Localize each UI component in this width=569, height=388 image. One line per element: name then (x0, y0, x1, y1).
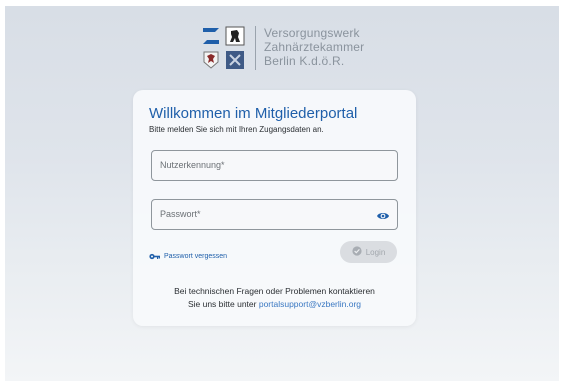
eagle-crest-icon (201, 50, 221, 70)
support-line-2-prefix: Sie uns bitte unter (187, 299, 257, 309)
login-button[interactable]: Login (340, 241, 397, 263)
forgot-password-label: Passwort vergessen (164, 252, 228, 260)
check-circle-icon (352, 243, 362, 261)
page-title: Willkommen im Mitgliederportal (149, 105, 358, 122)
support-line-2: Sie uns bitte unter portalsupport@vzberl… (133, 298, 416, 311)
brand-logo: Versorgungswerk Zahnärztekammer Berlin K… (201, 26, 364, 70)
zahn-z-icon (201, 26, 221, 46)
support-email-link[interactable]: portalsupport@vzberlin.org (259, 299, 361, 309)
brand-line-3: Berlin K.d.ö.R. (264, 54, 345, 68)
page-subtitle: Bitte melden Sie sich mit Ihren Zugangsd… (149, 125, 324, 134)
berlin-bear-icon (225, 26, 245, 46)
blue-seal-icon (225, 50, 245, 70)
forgot-password-link[interactable]: Passwort vergessen (149, 247, 227, 265)
username-field[interactable] (151, 150, 398, 181)
eye-icon[interactable] (376, 209, 390, 221)
support-note: Bei technischen Fragen oder Problemen ko… (133, 285, 416, 311)
key-icon (149, 247, 160, 265)
password-field[interactable] (151, 199, 398, 230)
support-line-1: Bei technischen Fragen oder Problemen ko… (174, 286, 375, 296)
password-input[interactable] (160, 209, 360, 219)
brand-line-2: Zahnärztekammer (264, 40, 365, 54)
page-background: Versorgungswerk Zahnärztekammer Berlin K… (5, 6, 559, 381)
logo-divider (255, 26, 256, 70)
login-button-label: Login (365, 247, 386, 257)
brand-name: Versorgungswerk Zahnärztekammer Berlin K… (264, 26, 364, 68)
login-card: Willkommen im Mitgliederportal Bitte mel… (133, 90, 416, 326)
emblem-grid (201, 26, 245, 70)
username-input[interactable] (160, 160, 360, 170)
brand-line-1: Versorgungswerk (264, 26, 360, 40)
